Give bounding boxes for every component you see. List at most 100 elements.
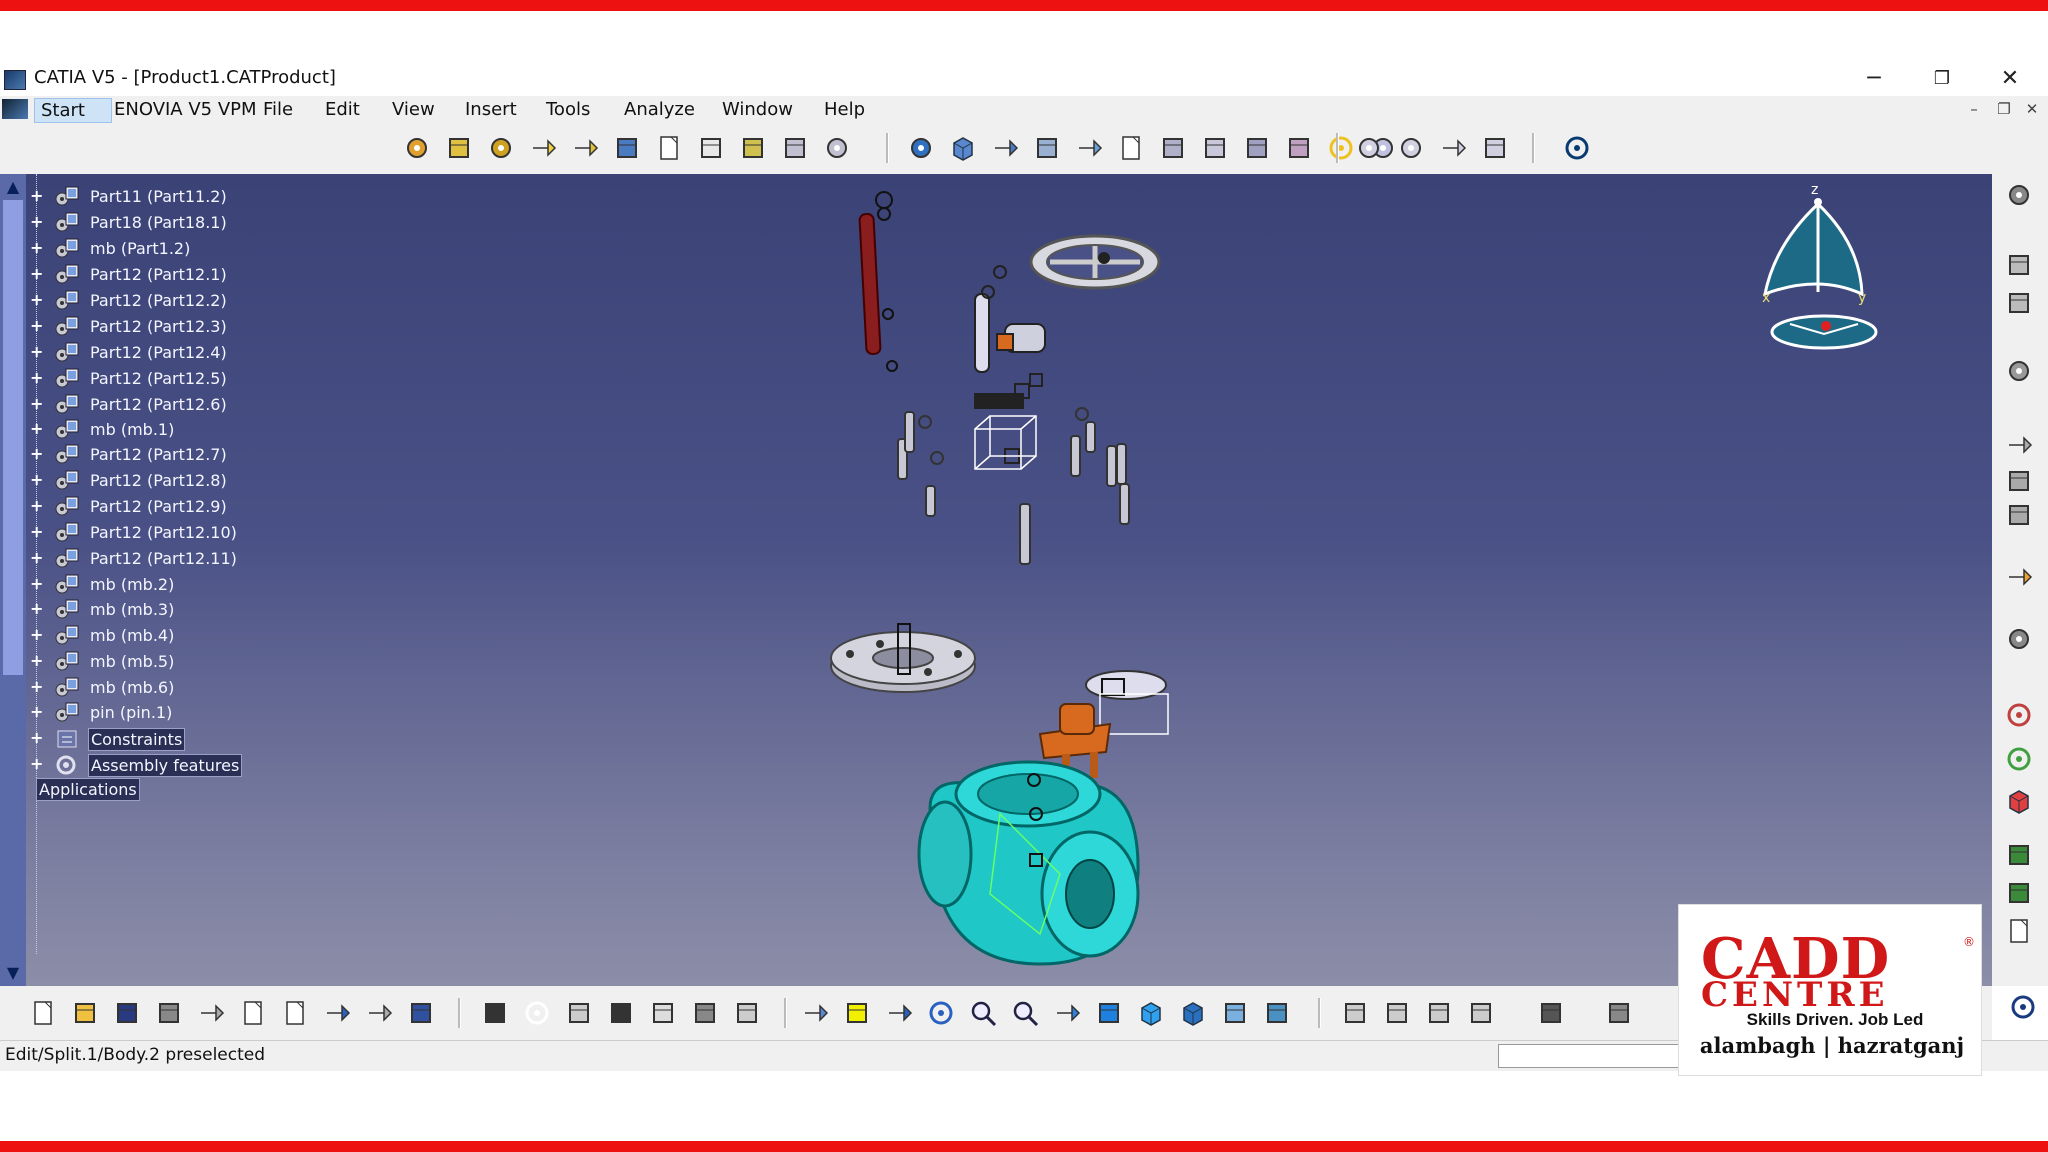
analysis-icon-2[interactable]	[2004, 878, 2034, 908]
catalog-icon[interactable]	[1604, 998, 1634, 1028]
3d-viewport[interactable]: ▲ ▼ + Part11 (Part11.2) + Part18 (Part18.1)…	[0, 174, 1992, 986]
contact-constraint-icon[interactable]	[1158, 133, 1188, 163]
shading-icon[interactable]	[1178, 998, 1208, 1028]
manipulation-gear-icon[interactable]	[2004, 624, 2034, 654]
snap-icon[interactable]	[1032, 133, 1062, 163]
stem-part[interactable]	[858, 191, 898, 372]
mdi-minimize-button[interactable]: –	[1964, 99, 1984, 119]
fly-mode-icon[interactable]	[800, 998, 830, 1028]
graph-tree-icon[interactable]	[612, 133, 642, 163]
clash-icon[interactable]	[1396, 133, 1426, 163]
analysis-icon-1[interactable]	[2004, 840, 2034, 870]
manage-representations-icon[interactable]	[738, 133, 768, 163]
replace-component-icon[interactable]	[570, 133, 600, 163]
catia-menu-icon[interactable]	[2, 99, 28, 119]
assembly-model[interactable]	[0, 174, 1992, 986]
open-file-icon[interactable]	[70, 998, 100, 1028]
print-icon[interactable]	[154, 998, 184, 1028]
selective-load-icon[interactable]	[696, 133, 726, 163]
constraint-icon-3[interactable]	[2004, 466, 2034, 496]
menu-edit[interactable]: Edit	[319, 98, 366, 121]
menu-view[interactable]: View	[386, 98, 441, 121]
new-component-icon[interactable]	[402, 133, 432, 163]
flange-plate-part[interactable]	[830, 623, 976, 693]
zoom-out-icon[interactable]	[1010, 998, 1040, 1028]
stud-bolts[interactable]	[897, 407, 1130, 565]
catia-logo-icon[interactable]	[2008, 992, 2038, 1022]
assembly-gear-icon[interactable]	[2004, 180, 2034, 210]
coincidence-constraint-icon[interactable]	[1116, 133, 1146, 163]
menu-enovia[interactable]: ENOVIA V5 VPM	[108, 98, 263, 121]
constraint-icon-2[interactable]	[2004, 430, 2034, 460]
apply-material-icon[interactable]	[2004, 700, 2034, 730]
tree-structure-icon[interactable]	[648, 998, 678, 1028]
space-analysis-icon[interactable]	[1480, 133, 1510, 163]
generate-numbering-icon[interactable]	[654, 133, 684, 163]
fast-multi-instantiation-icon[interactable]	[822, 133, 852, 163]
view-icon-1[interactable]	[2004, 250, 2034, 280]
existing-component-icon[interactable]	[528, 133, 558, 163]
hide-show-icon[interactable]	[1220, 998, 1250, 1028]
normal-view-icon[interactable]	[1052, 998, 1082, 1028]
close-button[interactable]: ✕	[1990, 64, 2030, 94]
restore-button[interactable]: ❐	[1922, 64, 1962, 94]
rendering-icon[interactable]	[2004, 744, 2034, 774]
rotate-icon[interactable]	[926, 998, 956, 1028]
parameters-icon[interactable]	[564, 998, 594, 1028]
mdi-close-button[interactable]: ✕	[2022, 99, 2042, 119]
mdi-restore-button[interactable]: ❐	[1994, 99, 2014, 119]
minimize-button[interactable]: ─	[1854, 64, 1894, 94]
camera-icon[interactable]	[1536, 998, 1566, 1028]
snapshot-2-icon[interactable]	[1466, 998, 1496, 1028]
snapshot-1-icon[interactable]	[1424, 998, 1454, 1028]
redo-icon[interactable]	[364, 998, 394, 1028]
yoke-part[interactable]	[974, 265, 1046, 464]
menu-window[interactable]: Window	[716, 98, 799, 121]
constraint-icon-4[interactable]	[2004, 500, 2034, 530]
menu-tools[interactable]: Tools	[540, 98, 596, 121]
zoom-in-icon[interactable]	[968, 998, 998, 1028]
toggle-icon[interactable]	[1382, 998, 1412, 1028]
color-icon[interactable]	[2004, 786, 2034, 816]
valve-body-part[interactable]	[917, 760, 1140, 966]
copy-icon[interactable]	[238, 998, 268, 1028]
new-file-icon[interactable]	[28, 998, 58, 1028]
menu-help[interactable]: Help	[818, 98, 871, 121]
multi-instantiation-icon[interactable]	[780, 133, 810, 163]
knowledge-icon[interactable]	[522, 998, 552, 1028]
stop-on-clash-icon[interactable]	[990, 133, 1020, 163]
fix-component-icon[interactable]	[1284, 133, 1314, 163]
save-icon[interactable]	[112, 998, 142, 1028]
update-icon[interactable]	[1326, 133, 1356, 163]
manipulation-icon[interactable]	[906, 133, 936, 163]
catia-refresh-icon[interactable]	[1562, 133, 1592, 163]
constraint-icon-1[interactable]	[2004, 356, 2034, 386]
new-part-icon[interactable]	[486, 133, 516, 163]
multi-view-icon[interactable]	[1094, 998, 1124, 1028]
explode-icon[interactable]	[948, 133, 978, 163]
swap-visible-space-icon[interactable]	[1262, 998, 1292, 1028]
formula-icon[interactable]	[480, 998, 510, 1028]
command-input[interactable]	[1498, 1044, 1680, 1068]
view-icon-2[interactable]	[2004, 288, 2034, 318]
undo-icon[interactable]	[322, 998, 352, 1028]
table-icon[interactable]	[606, 998, 636, 1028]
menu-insert[interactable]: Insert	[459, 98, 523, 121]
handwheel-part[interactable]	[1029, 234, 1161, 290]
pan-icon[interactable]	[884, 998, 914, 1028]
iso-view-icon[interactable]	[1136, 998, 1166, 1028]
compass-widget[interactable]	[1762, 198, 1878, 350]
angle-constraint-icon[interactable]	[1242, 133, 1272, 163]
offset-constraint-icon[interactable]	[1200, 133, 1230, 163]
fit-all-in-icon[interactable]	[842, 998, 872, 1028]
new-product-icon[interactable]	[444, 133, 474, 163]
menu-file[interactable]: File	[257, 98, 299, 121]
whats-this-icon[interactable]	[406, 998, 436, 1028]
create-multi-view-icon[interactable]	[1340, 998, 1370, 1028]
paste-icon[interactable]	[280, 998, 310, 1028]
cut-icon[interactable]	[196, 998, 226, 1028]
lock-icon[interactable]	[690, 998, 720, 1028]
analysis-icon-3[interactable]	[2004, 916, 2034, 946]
menu-start[interactable]: Start	[34, 98, 112, 123]
measure-icon[interactable]	[1438, 133, 1468, 163]
